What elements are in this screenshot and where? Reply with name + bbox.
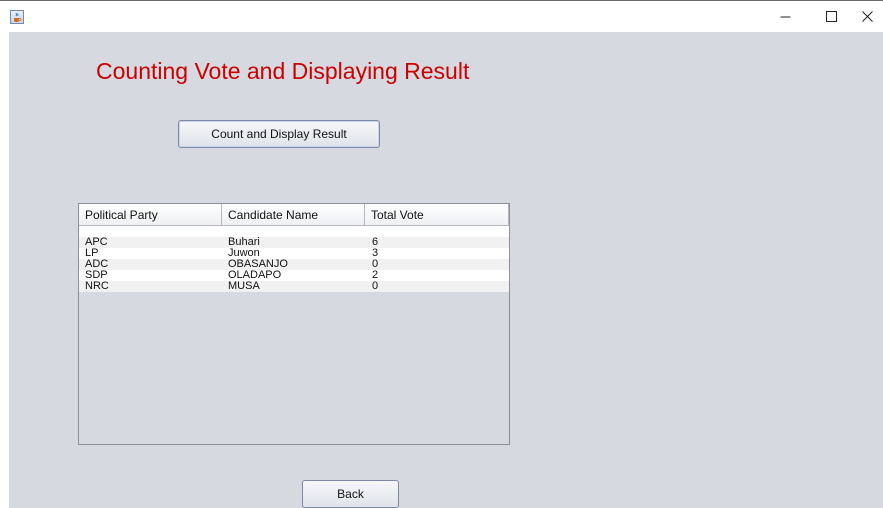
cell-political-party: ADC [85,259,109,270]
column-header-political-party[interactable]: Political Party [79,204,222,225]
close-icon [862,11,873,22]
cell-total-vote: 0 [372,281,379,292]
results-table[interactable]: Political Party Candidate Name Total Vot… [78,203,510,445]
table-row[interactable]: APC Buhari 6 [79,237,509,248]
maximize-icon [825,11,837,22]
table-row[interactable]: LP Juwon 3 [79,248,509,259]
table-row[interactable] [79,226,509,237]
cell-candidate-name: Buhari [228,237,260,248]
back-button[interactable]: Back [302,480,399,508]
page-title: Counting Vote and Displaying Result [96,58,470,84]
java-app-icon[interactable] [10,10,24,24]
table-body: APC Buhari 6 LP Juwon 3 ADC OBASANJO 0 S… [79,226,509,292]
minimize-icon [780,16,790,18]
cell-political-party: SDP [85,270,108,281]
cell-political-party [79,226,222,237]
table-header: Political Party Candidate Name Total Vot… [79,204,509,226]
count-and-display-result-button[interactable]: Count and Display Result [178,120,380,148]
cell-total-vote [365,226,509,237]
cell-political-party: LP [85,248,99,259]
minimize-button[interactable] [762,1,808,32]
cell-candidate-name [222,226,365,237]
maximize-button[interactable] [808,1,854,32]
cell-political-party: APC [85,237,108,248]
cell-total-vote: 0 [372,259,379,270]
table-row[interactable]: NRC MUSA 0 [79,281,509,292]
cell-candidate-name: MUSA [228,281,260,292]
application-window: Counting Vote and Displaying Result Coun… [0,0,883,508]
cell-candidate-name: OBASANJO [228,259,288,270]
column-header-candidate-name[interactable]: Candidate Name [222,204,365,225]
cell-total-vote: 2 [372,270,379,281]
cell-total-vote: 3 [372,248,379,259]
cell-candidate-name: OLADAPO [228,270,282,281]
cell-candidate-name: Juwon [228,248,260,259]
table-row[interactable]: SDP OLADAPO 2 [79,270,509,281]
close-button[interactable] [852,1,883,32]
content-panel: Counting Vote and Displaying Result Coun… [9,32,883,508]
cell-political-party: NRC [85,281,109,292]
title-bar[interactable] [0,1,883,32]
cell-total-vote: 6 [372,237,379,248]
java-cup-icon [14,12,22,22]
table-row[interactable]: ADC OBASANJO 0 [79,259,509,270]
column-header-total-vote[interactable]: Total Vote [365,204,509,225]
